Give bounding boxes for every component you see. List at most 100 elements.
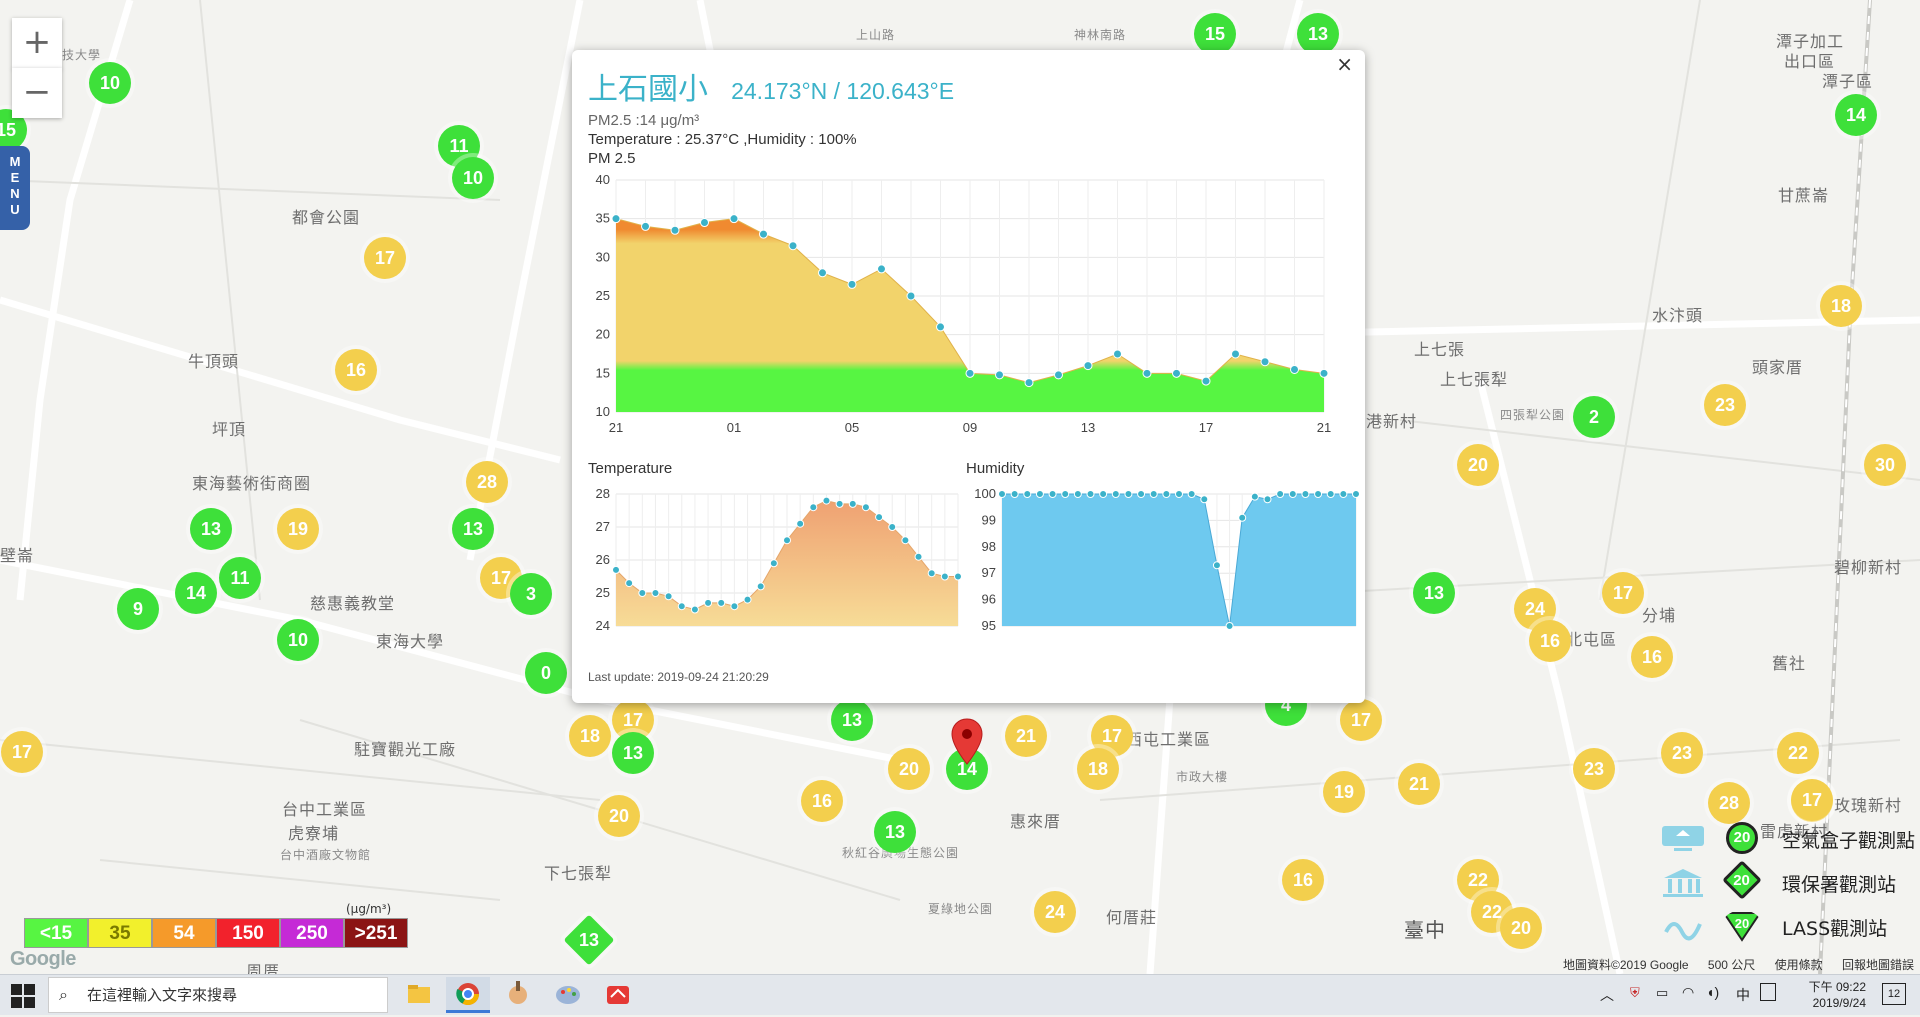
data-point bbox=[677, 602, 686, 611]
sensor-marker[interactable]: 14 bbox=[175, 572, 217, 614]
data-point bbox=[756, 582, 765, 591]
sensor-marker[interactable]: 18 bbox=[1077, 748, 1119, 790]
sensor-marker[interactable]: 9 bbox=[117, 588, 159, 630]
chevron-up-icon[interactable]: ︿ bbox=[1600, 985, 1614, 1005]
place-label: 技大學 bbox=[62, 48, 102, 62]
data-point bbox=[1301, 490, 1310, 498]
sensor-marker[interactable]: 21 bbox=[1005, 715, 1047, 757]
sensor-marker[interactable]: 24 bbox=[1034, 891, 1076, 933]
sensor-marker[interactable]: 17 bbox=[1, 731, 43, 773]
location-pin-icon[interactable] bbox=[950, 718, 984, 766]
sensor-marker[interactable]: 10 bbox=[452, 157, 494, 199]
sensor-marker[interactable]: 13 bbox=[1297, 13, 1339, 55]
data-point bbox=[1054, 370, 1063, 380]
data-point bbox=[783, 536, 791, 545]
sensor-marker[interactable]: 21 bbox=[1398, 763, 1440, 805]
data-point bbox=[788, 241, 798, 251]
sensor-marker[interactable]: 30 bbox=[1864, 444, 1906, 486]
sensor-marker[interactable]: 11 bbox=[219, 557, 261, 599]
y-tick-label: 25 bbox=[596, 288, 610, 303]
place-label: 四張犁公園 bbox=[1500, 408, 1566, 422]
sensor-marker[interactable]: 18 bbox=[569, 715, 611, 757]
aqi-segment: 250 bbox=[280, 918, 344, 948]
data-point bbox=[759, 229, 768, 239]
battery-icon[interactable]: ▭ bbox=[1656, 985, 1668, 1001]
input-mode-icon[interactable] bbox=[1760, 983, 1776, 1001]
airbox-icon bbox=[1662, 826, 1704, 851]
taskbar-search-box[interactable]: ⌕ 在這裡輸入文字來搜尋 bbox=[48, 977, 388, 1013]
sensor-marker[interactable]: 14 bbox=[1835, 94, 1877, 136]
menu-button[interactable]: MENU bbox=[0, 146, 30, 230]
sensor-marker[interactable]: 19 bbox=[1323, 771, 1365, 813]
zoom-in-button[interactable]: + bbox=[12, 18, 62, 69]
paint-app-icon[interactable] bbox=[496, 977, 540, 1013]
sensor-marker[interactable]: 2 bbox=[1573, 396, 1615, 438]
sensor-marker[interactable]: 20 bbox=[598, 795, 640, 837]
volume-icon[interactable]: ◖) bbox=[1706, 984, 1719, 1000]
sensor-marker[interactable]: 17 bbox=[1602, 572, 1644, 614]
palette-app-icon[interactable] bbox=[546, 977, 590, 1013]
sensor-marker[interactable]: 15 bbox=[1194, 13, 1236, 55]
sensor-marker[interactable]: 23 bbox=[1661, 732, 1703, 774]
sensor-marker[interactable]: 3 bbox=[510, 573, 552, 615]
y-tick-label: 30 bbox=[596, 249, 610, 264]
sensor-marker[interactable]: 13 bbox=[1413, 572, 1455, 614]
windows-start-icon[interactable] bbox=[10, 983, 36, 1009]
report-error-link[interactable]: 回報地圖錯誤 bbox=[1842, 958, 1914, 972]
sensor-marker[interactable]: 13 bbox=[190, 508, 232, 550]
chrome-icon[interactable] bbox=[446, 977, 490, 1013]
place-label: 舊社 bbox=[1772, 654, 1807, 673]
sensor-marker[interactable]: 28 bbox=[1708, 782, 1750, 824]
sensor-marker[interactable]: 13 bbox=[831, 699, 873, 741]
sensor-marker[interactable]: 16 bbox=[801, 780, 843, 822]
data-point bbox=[1231, 349, 1240, 359]
sensor-marker[interactable]: 20 bbox=[1500, 907, 1542, 949]
data-point bbox=[1111, 490, 1120, 498]
data-point bbox=[1187, 490, 1196, 498]
sensor-marker[interactable]: 16 bbox=[335, 349, 377, 391]
sensor-marker[interactable]: 17 bbox=[1791, 779, 1833, 821]
sensor-marker[interactable]: 17 bbox=[364, 237, 406, 279]
place-label: 牛頂頭 bbox=[188, 352, 240, 371]
place-label: 北屯區 bbox=[1566, 630, 1618, 649]
google-logo: Google bbox=[10, 948, 76, 970]
data-point bbox=[936, 322, 945, 332]
y-tick-label: 24 bbox=[596, 618, 610, 633]
sensor-marker[interactable]: 10 bbox=[89, 62, 131, 104]
data-point bbox=[743, 595, 752, 604]
sensor-marker[interactable]: 10 bbox=[277, 619, 319, 661]
sensor-marker[interactable]: 23 bbox=[1573, 748, 1615, 790]
wifi-icon[interactable]: ◠ bbox=[1682, 984, 1694, 1001]
sensor-marker[interactable]: 18 bbox=[1820, 285, 1862, 327]
close-icon[interactable]: × bbox=[1336, 52, 1353, 76]
sensor-marker[interactable]: 13 bbox=[874, 811, 916, 853]
file-explorer-icon[interactable] bbox=[396, 977, 440, 1013]
sensor-marker[interactable]: 23 bbox=[1704, 384, 1746, 426]
sensor-marker[interactable]: 13 bbox=[612, 732, 654, 774]
clock-date: 2019/9/24 bbox=[1812, 996, 1866, 1010]
clock[interactable]: 下午 09:22 2019/9/24 bbox=[1776, 979, 1866, 1011]
sensor-marker[interactable]: 19 bbox=[277, 508, 319, 550]
sensor-marker[interactable]: 20 bbox=[888, 748, 930, 790]
terms-link[interactable]: 使用條款 bbox=[1775, 958, 1823, 972]
security-icon[interactable]: ⛨ bbox=[1630, 985, 1640, 1001]
sensor-marker[interactable]: 13 bbox=[452, 508, 494, 550]
sensor-marker[interactable]: 16 bbox=[1631, 636, 1673, 678]
sensor-marker[interactable]: 16 bbox=[1529, 620, 1571, 662]
sensor-marker[interactable]: 16 bbox=[1282, 859, 1324, 901]
x-tick-label: 05 bbox=[845, 420, 859, 435]
sensor-marker[interactable]: 20 bbox=[1457, 444, 1499, 486]
notifications-icon[interactable]: 12 bbox=[1882, 983, 1906, 1005]
lass-icon bbox=[1664, 922, 1702, 941]
epa-building-icon bbox=[1663, 869, 1703, 897]
data-point bbox=[1023, 490, 1032, 498]
sensor-marker[interactable]: 22 bbox=[1777, 732, 1819, 774]
temperature-chart: 24 25 26 27 28 bbox=[596, 486, 962, 633]
zoom-out-button[interactable]: − bbox=[12, 68, 62, 118]
data-point bbox=[730, 602, 739, 611]
sensor-marker[interactable]: 17 bbox=[1340, 699, 1382, 741]
sensor-marker[interactable]: 28 bbox=[466, 461, 508, 503]
ime-indicator[interactable]: 中 bbox=[1736, 985, 1750, 1005]
red-app-icon[interactable] bbox=[596, 977, 640, 1013]
sensor-marker[interactable]: 0 bbox=[525, 652, 567, 694]
